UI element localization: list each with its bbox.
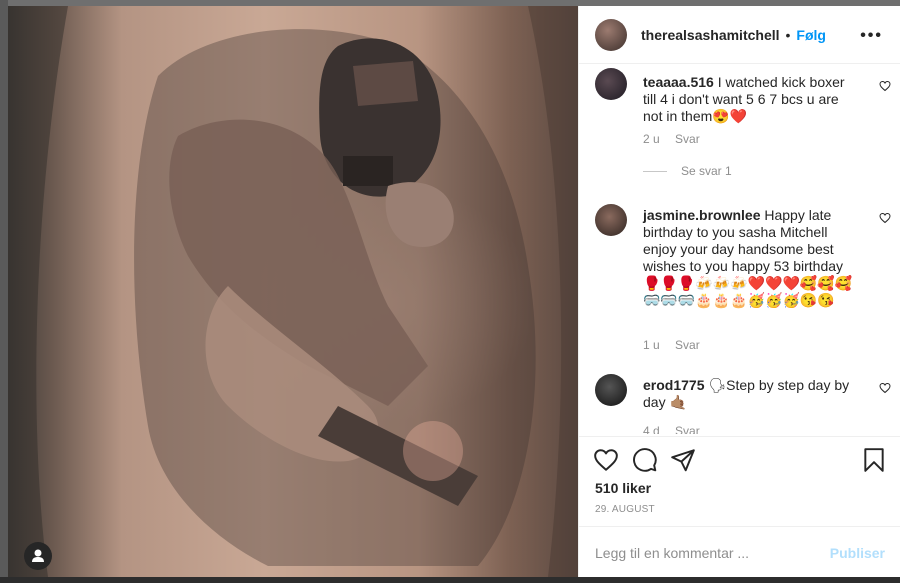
comment-heart-icon[interactable]: [879, 212, 891, 224]
reply-button[interactable]: Svar: [675, 338, 700, 352]
reply-button[interactable]: Svar: [675, 132, 700, 146]
comment-input[interactable]: Legg til en kommentar ...: [595, 545, 830, 561]
commenter-avatar[interactable]: [595, 374, 627, 406]
comment-heart-icon[interactable]: [879, 80, 891, 92]
comment-text: teaaaa.516 I watched kick boxer till 4 i…: [643, 74, 853, 125]
comment-time: 4 d: [643, 424, 660, 434]
likes-count[interactable]: 510 liker: [595, 480, 651, 496]
add-comment-bar: Legg til en kommentar ... Publiser: [579, 526, 900, 578]
commenter-username[interactable]: erod1775: [643, 377, 704, 393]
comment-text: jasmine.brownlee Happy late birthday to …: [643, 207, 853, 309]
author-username[interactable]: therealsashamitchell: [641, 27, 780, 43]
post-side-panel: therealsashamitchell • Følg ••• teaaaa.5…: [578, 6, 900, 577]
reply-button[interactable]: Svar: [675, 424, 700, 434]
comment-time: 1 u: [643, 338, 660, 352]
comment-meta: 1 u Svar: [643, 338, 712, 352]
commenter-username[interactable]: jasmine.brownlee: [643, 207, 760, 223]
post-comment-button[interactable]: Publiser: [830, 545, 885, 561]
view-replies-button[interactable]: Se svar 1: [643, 164, 732, 178]
replies-divider: [643, 170, 667, 172]
view-replies-label: Se svar 1: [681, 164, 732, 178]
comments-list[interactable]: teaaaa.516 I watched kick boxer till 4 i…: [579, 64, 900, 434]
backdrop: [0, 0, 8, 583]
action-bar: [579, 436, 900, 481]
commenter-avatar[interactable]: [595, 204, 627, 236]
comment-meta: 4 d Svar: [643, 424, 712, 434]
follow-button[interactable]: Følg: [796, 27, 826, 43]
comment-text: erod1775 🗣Step by step day by day 🤙🏽: [643, 377, 853, 411]
post-header: therealsashamitchell • Følg •••: [579, 6, 900, 64]
comment-icon[interactable]: [632, 447, 658, 473]
comment-heart-icon[interactable]: [879, 382, 891, 394]
tattoo-illustration: [8, 6, 578, 577]
user-icon: [32, 549, 44, 562]
comment-time: 2 u: [643, 132, 660, 146]
bookmark-icon[interactable]: [861, 447, 887, 473]
commenter-username[interactable]: teaaaa.516: [643, 74, 714, 90]
commenter-avatar[interactable]: [595, 68, 627, 100]
header-separator: •: [785, 26, 791, 43]
tagged-users-button[interactable]: [24, 542, 52, 570]
post-date[interactable]: 29. AUGUST: [595, 504, 655, 515]
paper-plane-icon[interactable]: [670, 447, 696, 473]
author-avatar[interactable]: [595, 18, 627, 51]
post-image[interactable]: [8, 6, 578, 577]
more-options-icon[interactable]: •••: [860, 27, 883, 45]
comment-meta: 2 u Svar: [643, 132, 712, 146]
heart-icon[interactable]: [593, 447, 619, 473]
